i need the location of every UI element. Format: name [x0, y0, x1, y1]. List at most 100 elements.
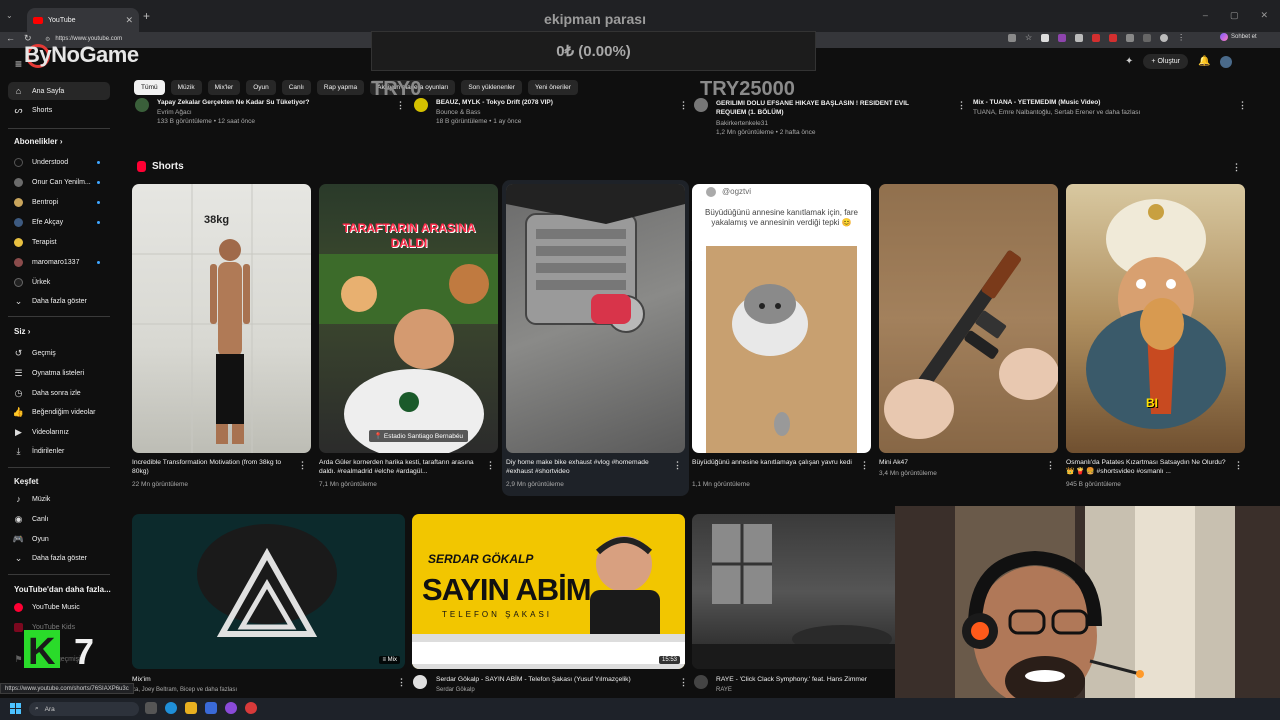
- new-tab-icon[interactable]: +: [143, 9, 150, 23]
- video-title[interactable]: RAYE - 'Click Clack Symphony.' feat. Han…: [716, 676, 867, 683]
- extension-icon[interactable]: [1008, 33, 1016, 42]
- channel-avatar[interactable]: [694, 98, 708, 112]
- more-options-icon[interactable]: ⋮: [673, 460, 682, 471]
- sidebar-sub-onur[interactable]: Onur Can Yenilm...: [8, 173, 110, 191]
- short-title[interactable]: Arda Güler kornerden harika kesti, taraf…: [319, 458, 484, 476]
- sidebar-item-your-videos[interactable]: ▶ Videolarınız: [8, 423, 110, 441]
- hamburger-menu-icon[interactable]: ≡: [15, 57, 22, 71]
- more-options-icon[interactable]: ⋮: [298, 460, 307, 471]
- profile-avatar-icon[interactable]: [1160, 33, 1169, 42]
- task-view-icon[interactable]: [145, 702, 157, 714]
- short-title[interactable]: Osmanlı'da Patates Kızartması Satsaydın …: [1066, 458, 1231, 476]
- video-thumbnail[interactable]: ≡ Mix: [132, 514, 405, 669]
- short-thumbnail[interactable]: [879, 184, 1058, 453]
- channel-avatar[interactable]: [694, 675, 708, 689]
- app-icon[interactable]: [205, 702, 217, 714]
- extension-icon[interactable]: [1109, 33, 1118, 42]
- you-heading[interactable]: Siz ›: [14, 327, 30, 336]
- channel-avatar[interactable]: [413, 675, 427, 689]
- file-explorer-icon[interactable]: [185, 702, 197, 714]
- more-options-icon[interactable]: ⋮: [679, 100, 688, 111]
- short-title[interactable]: Diy home make bike exhaust #vlog #homema…: [506, 458, 671, 476]
- sidebar-sub-maromaro[interactable]: maromaro1337: [8, 253, 110, 271]
- sidebar-item-live[interactable]: ◉ Canlı: [8, 510, 110, 528]
- chip-rap[interactable]: Rap yapma: [316, 80, 365, 95]
- video-card[interactable]: GERILIMI DOLU EFSANE HIKAYE BAŞLASIN ! R…: [716, 99, 936, 136]
- chip-all[interactable]: Tümü: [134, 80, 165, 95]
- sidebar-item-playlists[interactable]: ☰ Oynatma listeleri: [8, 364, 110, 382]
- video-card[interactable]: BEAUZ, MYLK - Tokyo Drift (2078 VIP) Bou…: [436, 99, 672, 125]
- more-options-icon[interactable]: ⋮: [1234, 460, 1243, 471]
- short-title[interactable]: Mini Ak47: [879, 458, 1044, 467]
- back-icon[interactable]: ←: [6, 33, 15, 44]
- extension-icon[interactable]: [1092, 33, 1101, 42]
- sidebar-item-liked[interactable]: 👍 Beğendiğim videolar: [8, 403, 110, 421]
- sidebar-item-history[interactable]: ↺ Geçmiş: [8, 344, 110, 362]
- cast-icon[interactable]: ✦: [1125, 56, 1133, 67]
- short-thumbnail[interactable]: @ogztvi Büyüdüğünü annesine kanıtlamak i…: [692, 184, 871, 453]
- sidebar-item-watch-later[interactable]: ◷ Daha sonra izle: [8, 384, 110, 402]
- extension-icon[interactable]: [1143, 33, 1152, 42]
- browser-tab[interactable]: YouTube ✕: [27, 8, 139, 32]
- sidebar-item-music[interactable]: ♪ Müzik: [8, 490, 110, 508]
- sidebar-sub-understood[interactable]: Understood: [8, 153, 110, 171]
- video-card[interactable]: Mix - TUANA - YETEMEDİM (Music Video) TU…: [973, 99, 1228, 116]
- short-title[interactable]: Büyüdüğünü annesine kanıtlamaya çalışan …: [692, 458, 857, 467]
- short-thumbnail[interactable]: BI: [1066, 184, 1245, 453]
- more-options-icon[interactable]: ⋮: [1238, 100, 1247, 111]
- more-options-icon[interactable]: ⋮: [1046, 460, 1055, 471]
- sidebar-sub-efe[interactable]: Efe Akçay: [8, 213, 110, 231]
- chat-button[interactable]: Sohbet et: [1220, 33, 1257, 41]
- close-window-icon[interactable]: ✕: [1260, 10, 1268, 21]
- more-options-icon[interactable]: ⋮: [957, 100, 966, 111]
- minimize-icon[interactable]: –: [1203, 10, 1208, 21]
- extension-icon[interactable]: [1058, 33, 1067, 42]
- account-avatar[interactable]: [1220, 55, 1233, 68]
- sidebar-sub-terapist[interactable]: Terapist: [8, 233, 110, 251]
- sidebar-sub-urkek[interactable]: Ürkek: [8, 273, 110, 291]
- video-title[interactable]: Serdar Gökalp - SAYIN ABİM - Telefon Şak…: [436, 676, 631, 683]
- channel-avatar[interactable]: [414, 98, 428, 112]
- sidebar-item-youtube-music[interactable]: YouTube Music: [8, 598, 110, 616]
- extension-icon[interactable]: [1075, 33, 1084, 42]
- notifications-bell-icon[interactable]: 🔔: [1198, 56, 1210, 67]
- subscriptions-heading[interactable]: Abonelikler ›: [14, 137, 62, 146]
- channel-avatar[interactable]: [135, 98, 149, 112]
- maximize-icon[interactable]: ▢: [1230, 10, 1239, 21]
- tab-list-icon[interactable]: ⌄: [6, 11, 13, 20]
- video-thumbnail[interactable]: [692, 514, 902, 669]
- chip-music[interactable]: Müzik: [170, 80, 202, 95]
- sidebar-sub-bentropi[interactable]: Bentropi: [8, 193, 110, 211]
- short-thumbnail[interactable]: [506, 184, 685, 453]
- extension-icon[interactable]: [1126, 33, 1135, 42]
- edge-browser-icon[interactable]: [165, 702, 177, 714]
- shorts-more-options-icon[interactable]: ⋮: [1232, 162, 1241, 173]
- sidebar-item-downloads[interactable]: ⤓ İndirilenler: [8, 442, 110, 460]
- more-options-icon[interactable]: ⋮: [397, 677, 406, 688]
- sidebar-show-more-subs[interactable]: ⌄ Daha fazla göster: [8, 292, 110, 310]
- menu-dots-icon[interactable]: ⋮: [1177, 33, 1185, 42]
- video-thumbnail[interactable]: SERDAR GÖKALP SAYIN ABİM TELEFON ŞAKASI …: [412, 514, 685, 669]
- chip-live[interactable]: Canlı: [281, 80, 311, 95]
- short-title[interactable]: Incredible Transformation Motivation (fr…: [132, 458, 297, 476]
- sidebar-show-more-explore[interactable]: ⌄ Daha fazla göster: [8, 549, 110, 567]
- more-options-icon[interactable]: ⋮: [679, 677, 688, 688]
- sidebar-item-gaming[interactable]: 🎮 Oyun: [8, 530, 110, 548]
- short-thumbnail[interactable]: TARAFTARIN ARASINA DALDI 📍 Estadio Santi…: [319, 184, 498, 453]
- close-tab-icon[interactable]: ✕: [125, 15, 133, 26]
- sidebar-item-home[interactable]: ⌂ Ana Sayfa: [8, 82, 110, 100]
- app-icon[interactable]: [225, 702, 237, 714]
- more-options-icon[interactable]: ⋮: [396, 100, 405, 111]
- more-options-icon[interactable]: ⋮: [486, 460, 495, 471]
- chip-recently-uploaded[interactable]: Son yüklenenler: [461, 80, 522, 95]
- extension-icon[interactable]: [1041, 33, 1050, 42]
- windows-start-icon[interactable]: [10, 703, 21, 714]
- chip-gaming[interactable]: Oyun: [246, 80, 276, 95]
- video-card[interactable]: Yapay Zekalar Gerçekten Ne Kadar Su Tüke…: [157, 99, 412, 125]
- chip-new-to-you[interactable]: Yeni öneriler: [527, 80, 578, 95]
- video-title[interactable]: Mix'im: [132, 676, 151, 683]
- chip-mixes[interactable]: Mix'ler: [207, 80, 241, 95]
- taskbar-search[interactable]: ⌕ Ara: [29, 702, 139, 716]
- short-thumbnail[interactable]: 38kg: [132, 184, 311, 453]
- create-button[interactable]: + Oluştur: [1143, 54, 1188, 69]
